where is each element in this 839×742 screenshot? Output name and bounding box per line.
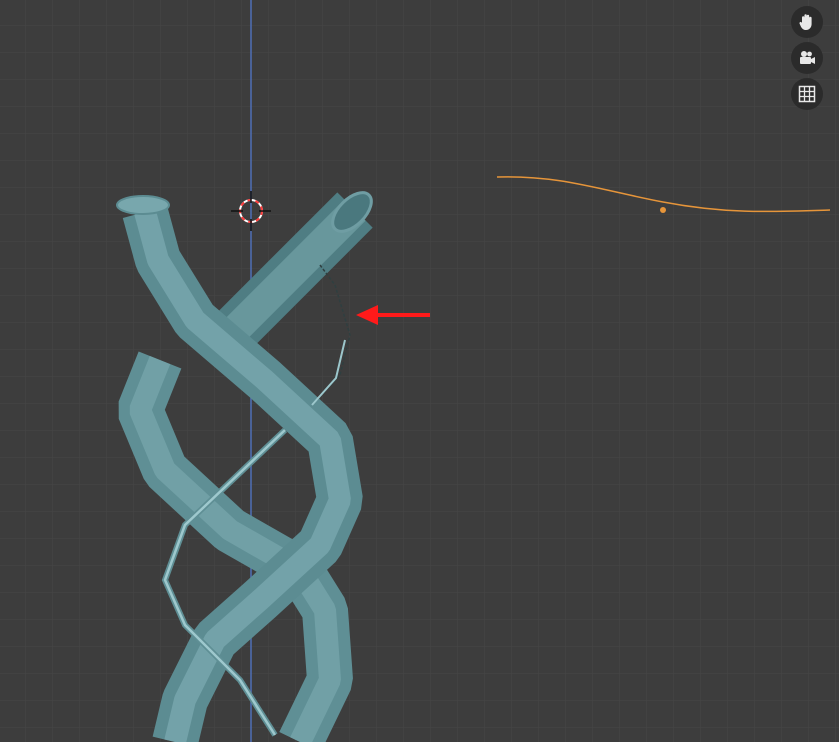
navigation-gizmo — [791, 6, 823, 110]
orthographic-grid-icon[interactable] — [791, 78, 823, 110]
3d-viewport[interactable] — [0, 0, 839, 742]
viewport-scene[interactable] — [0, 0, 839, 742]
hand-pan-icon[interactable] — [791, 6, 823, 38]
camera-view-icon[interactable] — [791, 42, 823, 74]
viewport-grid — [0, 0, 839, 742]
curve-origin-point[interactable] — [660, 207, 666, 213]
